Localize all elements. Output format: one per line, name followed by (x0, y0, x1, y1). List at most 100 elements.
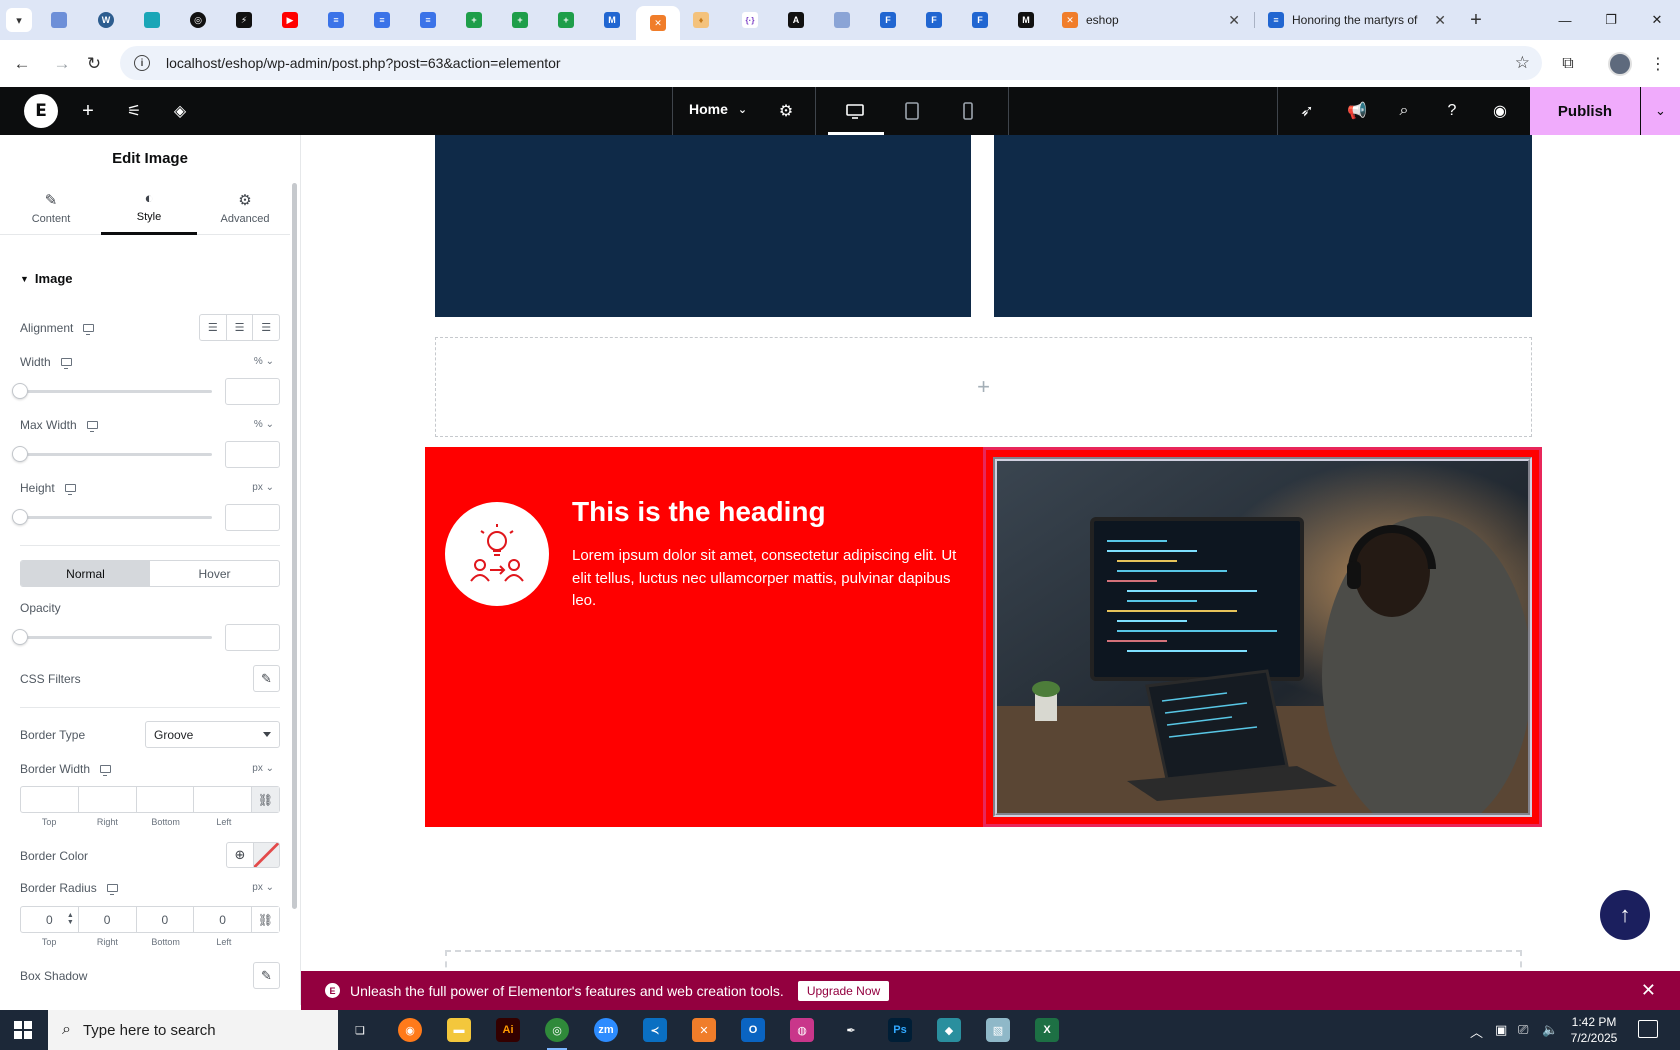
inkscape-icon[interactable]: ✒ (839, 1018, 863, 1042)
link-values-icon[interactable]: ⛓ (252, 787, 279, 812)
max-width-slider-handle[interactable] (12, 446, 28, 462)
app-icon[interactable]: ▧ (986, 1018, 1010, 1042)
state-hover-tab[interactable]: Hover (150, 561, 279, 586)
border-width-top-input[interactable] (21, 787, 79, 812)
close-icon[interactable]: ✕ (1641, 980, 1656, 1001)
notifications-megaphone-icon[interactable]: 📢 (1345, 99, 1369, 123)
tab-mini-10[interactable]: + (461, 7, 487, 33)
developer-workspace-image[interactable] (993, 457, 1532, 817)
tab-mini-6[interactable]: ▶ (277, 7, 303, 33)
tab-mini-2[interactable]: W (93, 7, 119, 33)
search-icon[interactable]: ⌕ (1392, 99, 1416, 123)
tab-mini-20[interactable]: F (921, 7, 947, 33)
max-width-unit-select[interactable]: % ⌄ (254, 419, 274, 430)
show-hidden-icons-chevron-icon[interactable]: ︿ (1470, 1022, 1483, 1041)
max-width-slider[interactable] (20, 453, 212, 456)
tab-mini-4[interactable]: ◎ (185, 7, 211, 33)
text-column[interactable]: This is the heading Lorem ipsum dolor si… (425, 447, 983, 827)
scroll-to-top-arrow-icon[interactable]: ↑ (1600, 890, 1650, 940)
responsive-desktop-icon[interactable] (106, 884, 118, 895)
tab-mini-16[interactable]: {·} (737, 7, 763, 33)
align-right-icon[interactable]: ☰ (253, 315, 279, 340)
border-radius-right-input[interactable]: 0 (79, 907, 137, 932)
stepper-arrows-icon[interactable]: ▲ ▼ (67, 912, 74, 926)
tab-mini-8[interactable]: ≡ (369, 7, 395, 33)
border-radius-bottom-input[interactable]: 0 (137, 907, 195, 932)
taskbar-clock[interactable]: 1:42 PM 7/2/2025 (1558, 1014, 1630, 1046)
tab-mini-12[interactable]: + (553, 7, 579, 33)
add-element-icon[interactable]: + (76, 99, 100, 123)
tab-mini-17[interactable]: A (783, 7, 809, 33)
creative-cloud-icon[interactable]: ◍ (790, 1018, 814, 1042)
border-width-unit-select[interactable]: px ⌄ (252, 763, 274, 774)
illustrator-icon[interactable]: Ai (496, 1018, 520, 1042)
tab-mini-11[interactable]: + (507, 7, 533, 33)
border-radius-top-input[interactable]: 0 ▲ ▼ (21, 907, 79, 932)
border-color-swatch[interactable] (253, 842, 280, 868)
idea-people-icon[interactable] (445, 502, 549, 606)
height-unit-select[interactable]: px ⌄ (252, 482, 274, 493)
desktop-device-icon[interactable] (843, 99, 867, 123)
excel-icon[interactable]: X (1035, 1018, 1059, 1042)
file-explorer-icon[interactable]: ▬ (447, 1018, 471, 1042)
upgrade-now-button[interactable]: Upgrade Now (797, 980, 890, 1001)
tray-app-icon[interactable]: ▣ (1495, 1022, 1507, 1038)
close-icon[interactable]: ✕ (1228, 12, 1240, 29)
tab-mini-9[interactable]: ≡ (415, 7, 441, 33)
responsive-desktop-icon[interactable] (64, 484, 76, 495)
border-width-right-input[interactable] (79, 787, 137, 812)
app-icon[interactable]: ◆ (937, 1018, 961, 1042)
preview-eye-icon[interactable]: ◉ (1488, 99, 1512, 123)
tablet-device-icon[interactable] (900, 99, 924, 123)
site-settings-sliders-icon[interactable]: ⚟ (122, 99, 146, 123)
firefox-icon[interactable]: ◉ (398, 1018, 422, 1042)
section-paragraph[interactable]: Lorem ipsum dolor sit amet, consectetur … (572, 545, 962, 613)
tab-mini-19[interactable]: F (875, 7, 901, 33)
global-colors-globe-icon[interactable]: ⊕ (226, 842, 254, 868)
bookmark-star-icon[interactable]: ☆ (1515, 53, 1530, 73)
tab-mini-22[interactable]: M (1013, 7, 1039, 33)
height-slider[interactable] (20, 516, 212, 519)
section-heading[interactable]: This is the heading (572, 496, 826, 528)
chrome-icon[interactable]: ◎ (545, 1018, 569, 1050)
tab-content[interactable]: ✎ Content (3, 181, 99, 235)
border-type-select[interactable]: Groove (145, 721, 280, 748)
minimize-icon[interactable]: — (1555, 10, 1575, 30)
elementor-logo-icon[interactable]: E (24, 94, 58, 128)
outlook-icon[interactable]: O (741, 1018, 765, 1042)
border-width-bottom-input[interactable] (137, 787, 195, 812)
tab-mini-15[interactable]: ♦ (688, 7, 714, 33)
add-section-plus-icon[interactable]: + (435, 337, 1532, 437)
opacity-input[interactable] (225, 624, 280, 651)
close-icon[interactable]: ✕ (1434, 12, 1446, 29)
tab-style[interactable]: ◐ Style (101, 181, 197, 235)
navy-container-right[interactable] (994, 135, 1532, 317)
windows-start-icon[interactable] (14, 1021, 32, 1039)
tab-mini-3[interactable] (139, 7, 165, 33)
close-window-icon[interactable]: ✕ (1647, 10, 1667, 30)
height-slider-handle[interactable] (12, 509, 28, 525)
opacity-slider[interactable] (20, 636, 212, 639)
opacity-slider-handle[interactable] (12, 629, 28, 645)
css-filters-edit-pencil-icon[interactable]: ✎ (253, 665, 280, 692)
navy-container-left[interactable] (435, 135, 971, 317)
width-slider[interactable] (20, 390, 212, 393)
extensions-icon[interactable]: ⧉ (1556, 52, 1580, 76)
responsive-desktop-icon[interactable] (86, 421, 98, 432)
tab-honoring[interactable]: ≡ Honoring the martyrs of ✕ (1258, 6, 1456, 34)
help-icon[interactable]: ? (1440, 99, 1464, 123)
page-selector[interactable]: Home ⌄ (689, 101, 747, 117)
profile-avatar[interactable] (1608, 52, 1632, 76)
empty-section-dropzone[interactable] (445, 950, 1522, 970)
tab-search-button[interactable]: ▾ (6, 8, 32, 32)
tab-mini-18[interactable] (829, 7, 855, 33)
tab-mini-5[interactable]: ⚡ (231, 7, 257, 33)
section-image-toggle[interactable]: ▼ Image (20, 271, 73, 286)
taskbar-search-input[interactable]: ⌕ Type here to search (48, 1010, 338, 1050)
tab-mini-21[interactable]: F (967, 7, 993, 33)
border-radius-left-input[interactable]: 0 (194, 907, 252, 932)
publish-options-chevron-icon[interactable]: ⌄ (1641, 87, 1680, 135)
max-width-input[interactable] (225, 441, 280, 468)
height-input[interactable] (225, 504, 280, 531)
panel-scrollbar[interactable] (292, 183, 297, 909)
